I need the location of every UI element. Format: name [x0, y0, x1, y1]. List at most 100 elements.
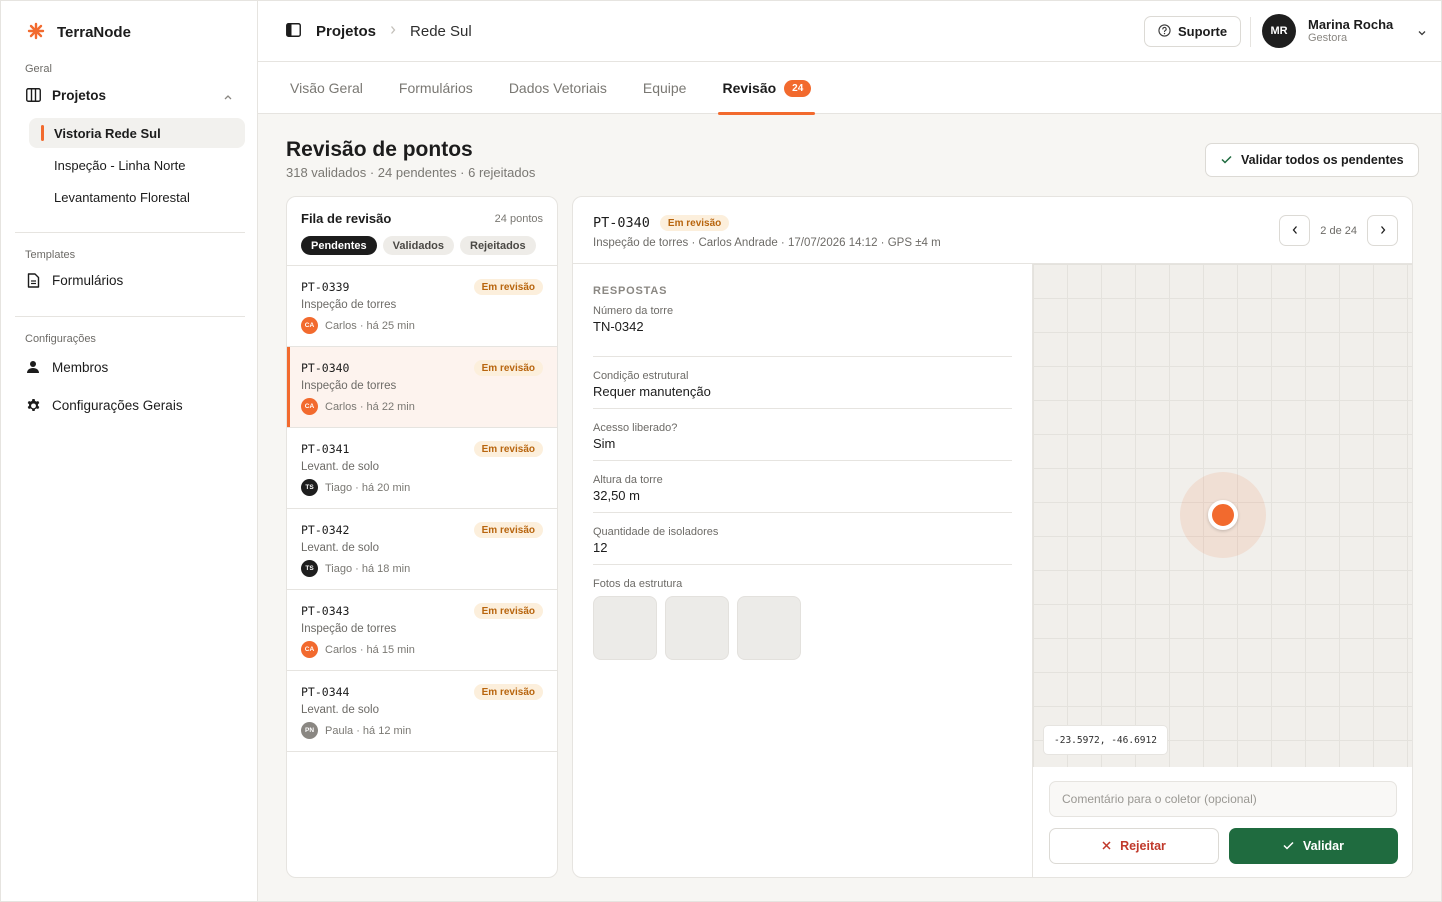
queue-list: PT-0339 Em revisão Inspeção de torres CA Car…: [287, 266, 557, 752]
avatar: MR: [1262, 14, 1296, 48]
queue-item[interactable]: PT-0342 Em revisão Levant. de solo TS Tiago …: [287, 509, 557, 590]
chevron-down-icon[interactable]: [1417, 24, 1427, 39]
queue-item-type: Inspeção de torres: [301, 299, 397, 311]
app-window: TerraNode Geral Projetos Vistoria Rede S…: [0, 0, 1442, 902]
field-label: Altura da torre: [593, 474, 663, 486]
avatar: CA: [301, 641, 318, 658]
tab-equipe[interactable]: Equipe: [643, 62, 687, 114]
user-name: Marina Rocha: [1308, 17, 1394, 32]
field-value: Sim: [593, 436, 616, 451]
point-detail: PT-0340 Em revisão Inspeção de torres · …: [572, 196, 1413, 878]
document-icon: [25, 272, 41, 288]
queue-item[interactable]: PT-0344 Em revisão Levant. de solo PN Paula …: [287, 671, 557, 752]
tab-formularios[interactable]: Formulários: [399, 62, 473, 114]
avatar: TS: [301, 479, 318, 496]
sidebar-item-label: Formulários: [52, 272, 124, 288]
queue-item[interactable]: PT-0341 Em revisão Levant. de solo TS Tiago …: [287, 428, 557, 509]
photo-thumbnail[interactable]: [737, 596, 801, 660]
queue-item-type: Levant. de solo: [301, 542, 380, 554]
section-label-config: Configurações: [25, 333, 96, 345]
sidebar-item-label: Projetos: [52, 87, 107, 103]
queue-item-type: Levant. de solo: [301, 704, 380, 716]
field-label: Acesso liberado?: [593, 422, 678, 434]
prev-button[interactable]: [1279, 215, 1311, 246]
main-content: Projetos Rede Sul Suporte MR Marina Roch…: [258, 1, 1441, 901]
sidebar-item-membros[interactable]: Membros: [13, 351, 245, 383]
field-value: 32,50 m: [593, 488, 640, 503]
field-label: Número da torre: [593, 305, 674, 317]
columns-icon: [25, 87, 41, 103]
sidebar-item-label: Configurações Gerais: [52, 397, 183, 413]
location-pin-icon[interactable]: [1208, 500, 1238, 530]
sidebar-item-configuracoes-gerais[interactable]: Configurações Gerais: [13, 389, 245, 421]
review-actions: Rejeitar Validar: [1032, 767, 1412, 877]
pager: 2 de 24: [1279, 215, 1398, 246]
validate-all-button[interactable]: Validar todos os pendentes: [1205, 143, 1419, 177]
gear-icon: [25, 397, 41, 413]
chevron-up-icon[interactable]: [223, 88, 233, 103]
validate-button[interactable]: Validar: [1229, 828, 1398, 864]
queue-filters: Pendentes Validados Rejeitados: [301, 236, 543, 255]
project-vistoria-rede-sul[interactable]: Vistoria Rede Sul: [29, 118, 245, 148]
breadcrumb-rede-sul[interactable]: Rede Sul: [410, 23, 472, 40]
avatar: TS: [301, 560, 318, 577]
filter-pendentes[interactable]: Pendentes: [301, 236, 377, 255]
user-menu[interactable]: MR Marina Rocha Gestora: [1262, 14, 1427, 48]
brand[interactable]: TerraNode: [13, 21, 245, 43]
answers-panel: RESPOSTAS Número da torre TN-0342 Condição…: [593, 285, 1012, 660]
photo-thumbnail[interactable]: [665, 596, 729, 660]
support-button[interactable]: Suporte: [1144, 16, 1242, 47]
photo-gallery: [593, 596, 1012, 660]
reject-button[interactable]: Rejeitar: [1049, 828, 1219, 864]
tab-revisao[interactable]: Revisão 24: [718, 62, 816, 115]
sidebar-item-label: Membros: [52, 359, 109, 375]
comment-input[interactable]: [1049, 781, 1397, 817]
next-button[interactable]: [1367, 215, 1398, 246]
status-badge: Em revisão: [659, 215, 730, 231]
reject-label: Rejeitar: [1120, 839, 1166, 853]
answers-label: RESPOSTAS: [593, 285, 668, 297]
queue-item-meta: Carlos · há 22 min: [325, 400, 415, 413]
queue-item[interactable]: PT-0339 Em revisão Inspeção de torres CA Car…: [287, 266, 557, 347]
field-label: Condição estrutural: [593, 370, 689, 382]
status-badge: Em revisão: [473, 684, 543, 700]
breadcrumb-projetos[interactable]: Projetos: [316, 23, 376, 40]
tab-visao-geral[interactable]: Visão Geral: [290, 62, 363, 114]
project-levantamento-florestal[interactable]: Levantamento Florestal: [29, 182, 245, 212]
validate-label: Validar: [1303, 839, 1344, 853]
user-icon: [25, 359, 41, 375]
user-role: Gestora: [1308, 32, 1348, 44]
section-label-templates: Templates: [25, 249, 76, 261]
queue-header: Fila de revisão 24 pontos Pendentes Vali…: [287, 197, 557, 266]
answer-field: Quantidade de isoladores 12: [593, 513, 1012, 565]
answer-fields: Número da torre TN-0342 Condição estrutura…: [593, 305, 1012, 565]
status-badge: Em revisão: [473, 441, 543, 457]
sidebar-item-projetos[interactable]: Projetos: [13, 79, 245, 111]
topbar: Projetos Rede Sul Suporte MR Marina Roch…: [258, 1, 1441, 62]
tab-label: Revisão: [722, 80, 777, 96]
status-badge: Em revisão: [473, 360, 543, 376]
filter-rejeitados[interactable]: Rejeitados: [460, 236, 536, 255]
sidebar-toggle-icon[interactable]: [286, 23, 302, 39]
sidebar-item-formularios[interactable]: Formulários: [13, 264, 245, 296]
tab-count-badge: 24: [784, 79, 812, 97]
field-value: Requer manutenção: [593, 384, 711, 399]
pager-label: 2 de 24: [1320, 224, 1357, 237]
queue-item[interactable]: PT-0340 Em revisão Inspeção de torres CA Car…: [287, 347, 557, 428]
queue-item-meta: Tiago · há 18 min: [325, 562, 411, 575]
photo-thumbnail[interactable]: [593, 596, 657, 660]
tab-bar: Visão Geral Formulários Dados Vetoriais …: [258, 62, 1441, 115]
answer-field: Número da torre TN-0342: [593, 305, 1012, 357]
map-view[interactable]: -23.5972, -46.6912: [1032, 264, 1412, 767]
status-badge: Em revisão: [473, 522, 543, 538]
queue-item-meta: Carlos · há 25 min: [325, 319, 415, 332]
status-badge: Em revisão: [473, 603, 543, 619]
status-badge: Em revisão: [473, 279, 543, 295]
filter-validados[interactable]: Validados: [382, 236, 454, 255]
tab-dados-vetoriais[interactable]: Dados Vetoriais: [509, 62, 607, 114]
queue-item[interactable]: PT-0343 Em revisão Inspeção de torres CA Car…: [287, 590, 557, 671]
divider: [1250, 17, 1251, 47]
detail-header: PT-0340 Em revisão Inspeção de torres · …: [573, 197, 1412, 264]
help-icon: [1158, 23, 1171, 40]
project-inspecao-linha-norte[interactable]: Inspeção - Linha Norte: [29, 150, 245, 180]
